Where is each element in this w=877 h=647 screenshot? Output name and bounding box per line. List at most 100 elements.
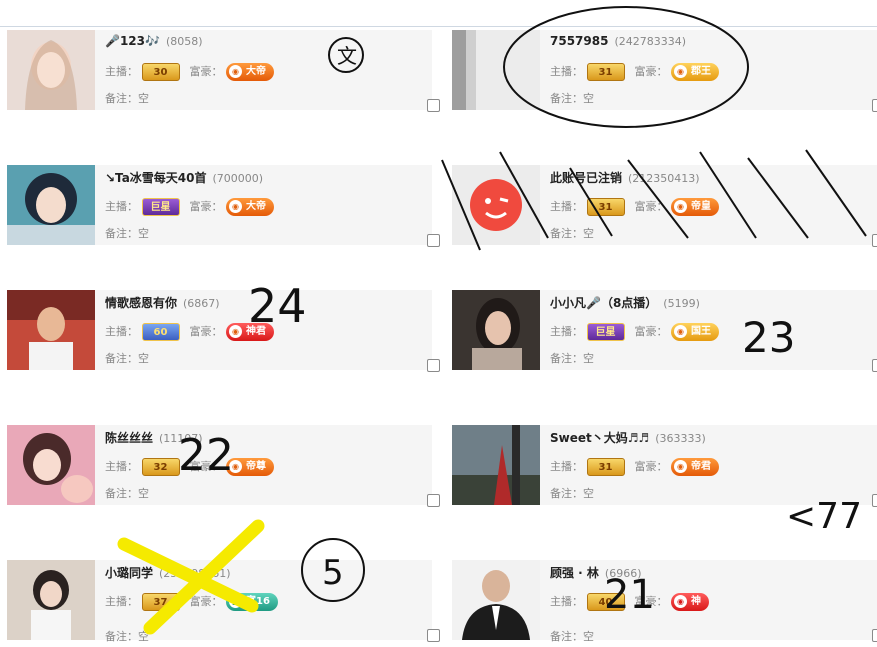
anchor-label: 主播： xyxy=(550,595,583,608)
rank-icon: ◉ xyxy=(674,324,687,338)
rich-label: 富豪： xyxy=(189,595,223,608)
username[interactable]: ↘Ta冰雪每天40首 (700000) xyxy=(105,169,263,186)
note-value: 空 xyxy=(138,352,149,365)
user-card[interactable]: 小小凡🎤（8点播） (5199) 主播： 巨星 富豪： ◉ 国王 备注：空 xyxy=(452,290,877,372)
user-id: (8058) xyxy=(165,35,203,48)
note-value: 空 xyxy=(583,352,594,365)
username[interactable]: 情歌感恩有你 (6867) xyxy=(105,294,220,311)
rank-icon: ◉ xyxy=(229,199,242,213)
avatar[interactable] xyxy=(452,560,540,640)
select-checkbox[interactable] xyxy=(872,494,877,507)
user-id: (5199) xyxy=(663,297,700,310)
avatar[interactable] xyxy=(452,165,540,245)
username[interactable]: 陈丝丝丝 (11107) xyxy=(105,429,203,446)
rich-rank-badge: ◉ 神 xyxy=(671,593,709,611)
anchor-level-badge: 巨星 xyxy=(586,323,625,341)
select-checkbox[interactable] xyxy=(872,359,877,372)
rich-label: 富豪： xyxy=(634,325,668,338)
note-label: 备注： xyxy=(105,227,138,240)
note-label: 备注： xyxy=(550,92,583,105)
rich-label: 富豪： xyxy=(189,200,223,213)
rank-icon: ◉ xyxy=(229,459,242,473)
user-card[interactable]: 陈丝丝丝 (11107) 主播： 32 富豪： ◉ 帝尊 备注：空 xyxy=(7,425,440,507)
anchor-level-badge: 60 xyxy=(141,323,180,341)
note-value: 空 xyxy=(138,92,149,105)
avatar[interactable] xyxy=(7,290,95,370)
username[interactable]: 小小凡🎤（8点播） (5199) xyxy=(550,294,700,311)
avatar[interactable] xyxy=(452,290,540,370)
rich-rank-badge: ◉ 大帝 xyxy=(226,198,274,216)
user-card[interactable]: 顾强 · 林 (6966) 主播： 40 富豪： ◉ 神 备注：空 xyxy=(452,560,877,643)
select-checkbox[interactable] xyxy=(427,629,440,642)
user-card[interactable]: 情歌感恩有你 (6867) 主播： 60 富豪： ◉ 神君 备注：空 xyxy=(7,290,440,372)
note-value: 空 xyxy=(138,227,149,240)
anchor-label: 主播： xyxy=(105,200,138,213)
anchor-label: 主播： xyxy=(550,65,583,78)
rich-rank-badge: ◉ 帝君 xyxy=(671,458,719,476)
note-label: 备注： xyxy=(105,487,138,500)
rank-icon: ◉ xyxy=(674,64,687,78)
username[interactable]: 此账号已注销 (212350413) xyxy=(550,169,700,186)
rank-icon: ◉ xyxy=(674,459,687,473)
note-label: 备注： xyxy=(105,630,138,643)
note-value: 空 xyxy=(583,227,594,240)
anchor-label: 主播： xyxy=(550,460,583,473)
note-label: 备注： xyxy=(105,92,138,105)
user-id: (242783334) xyxy=(614,35,687,48)
avatar[interactable] xyxy=(7,425,95,505)
anchor-label: 主播： xyxy=(550,200,583,213)
username[interactable]: 小璐同学 (250798361) xyxy=(105,564,231,581)
anchor-level-badge: 40 xyxy=(586,593,625,611)
note-label: 备注： xyxy=(550,227,583,240)
select-checkbox[interactable] xyxy=(872,629,877,642)
rank-icon: ◉ xyxy=(229,324,242,338)
anchor-level-badge: 巨星 xyxy=(141,198,180,216)
username[interactable]: 7557985 (242783334) xyxy=(550,34,686,48)
note-label: 备注： xyxy=(550,487,583,500)
user-id: (6867) xyxy=(183,297,220,310)
select-checkbox[interactable] xyxy=(427,234,440,247)
note-value: 空 xyxy=(138,630,149,643)
username[interactable]: Sweet丶大妈♬♬ (363333) xyxy=(550,429,706,446)
anchor-label: 主播： xyxy=(105,460,138,473)
select-checkbox[interactable] xyxy=(427,494,440,507)
anchor-label: 主播： xyxy=(105,325,138,338)
rich-label: 富豪： xyxy=(634,200,668,213)
username[interactable]: 顾强 · 林 (6966) xyxy=(550,564,642,581)
select-checkbox[interactable] xyxy=(427,359,440,372)
avatar[interactable] xyxy=(7,560,95,640)
window-top-strip xyxy=(0,0,877,27)
user-card[interactable]: 此账号已注销 (212350413) 主播： 31 富豪： ◉ 帝皇 备注：空 xyxy=(452,165,877,247)
select-checkbox[interactable] xyxy=(872,99,877,112)
avatar[interactable] xyxy=(7,30,95,110)
user-card[interactable]: 🎤123🎶 (8058) 主播： 30 富豪： ◉ 大帝 备注：空 xyxy=(7,30,440,112)
rich-rank-badge: ◉ 帝皇 xyxy=(671,198,719,216)
avatar[interactable] xyxy=(7,165,95,245)
note-label: 备注： xyxy=(550,630,583,643)
rich-rank-badge: ◉ 郡王 xyxy=(671,63,719,81)
anchor-level-badge: 37 xyxy=(141,593,180,611)
select-checkbox[interactable] xyxy=(872,234,877,247)
rich-label: 富豪： xyxy=(189,65,223,78)
rich-rank-badge: ◉ 国王 xyxy=(671,323,719,341)
select-checkbox[interactable] xyxy=(427,99,440,112)
avatar[interactable] xyxy=(452,425,540,505)
rich-label: 富豪： xyxy=(189,325,223,338)
username[interactable]: 🎤123🎶 (8058) xyxy=(105,34,203,48)
user-card[interactable]: Sweet丶大妈♬♬ (363333) 主播： 31 富豪： ◉ 帝君 备注：空 xyxy=(452,425,877,507)
rank-icon: ▲ xyxy=(229,594,242,608)
note-value: 空 xyxy=(583,92,594,105)
note-value: 空 xyxy=(583,630,594,643)
user-card[interactable]: 小璐同学 (250798361) 主播： 37 富豪： ▲ 富16 备注：空 xyxy=(7,560,440,643)
avatar[interactable] xyxy=(452,30,540,110)
user-card[interactable]: ↘Ta冰雪每天40首 (700000) 主播： 巨星 富豪： ◉ 大帝 备注：空 xyxy=(7,165,440,247)
anchor-level-badge: 31 xyxy=(586,198,625,216)
note-value: 空 xyxy=(138,487,149,500)
rich-rank-badge: ◉ 神君 xyxy=(226,323,274,341)
rich-label: 富豪： xyxy=(634,460,668,473)
rich-label: 富豪： xyxy=(189,460,223,473)
note-label: 备注： xyxy=(550,352,583,365)
user-card[interactable]: 7557985 (242783334) 主播： 31 富豪： ◉ 郡王 备注：空 xyxy=(452,30,877,112)
user-id: (11107) xyxy=(159,432,203,445)
rank-icon: ◉ xyxy=(674,594,687,608)
